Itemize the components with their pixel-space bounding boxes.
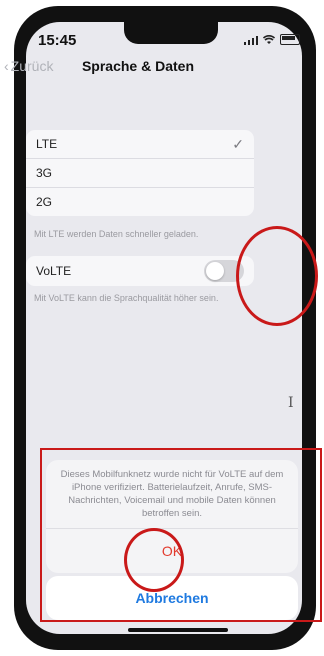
- option-3g[interactable]: 3G: [26, 159, 254, 188]
- option-lte[interactable]: LTE ✓: [26, 130, 254, 159]
- volte-group: VoLTE: [26, 256, 254, 286]
- status-icons: [243, 34, 300, 45]
- option-label: LTE: [36, 137, 58, 151]
- checkmark-icon: ✓: [232, 135, 244, 152]
- option-label: 3G: [36, 166, 53, 180]
- home-indicator: [128, 628, 228, 632]
- text-cursor-icon: I: [288, 395, 294, 411]
- network-options-list: LTE ✓ 3G 2G: [26, 130, 254, 216]
- signal-icon: [243, 35, 258, 45]
- volte-footnote: Mit VoLTE kann die Sprachqualität höher …: [34, 293, 219, 303]
- status-time: 15:45: [38, 32, 77, 49]
- wifi-icon: [263, 35, 275, 44]
- option-2g[interactable]: 2G: [26, 188, 254, 216]
- page-title: Sprache & Daten: [81, 58, 195, 74]
- notch: [124, 22, 218, 44]
- volte-label: VoLTE: [36, 264, 72, 278]
- network-footnote: Mit LTE werden Daten schneller geladen.: [34, 229, 199, 239]
- option-label: 2G: [36, 195, 53, 209]
- annotation-rect-sheet: [40, 448, 322, 622]
- annotation-circle-toggle: [236, 226, 318, 326]
- volte-row: VoLTE: [26, 256, 254, 286]
- battery-icon: [280, 34, 300, 45]
